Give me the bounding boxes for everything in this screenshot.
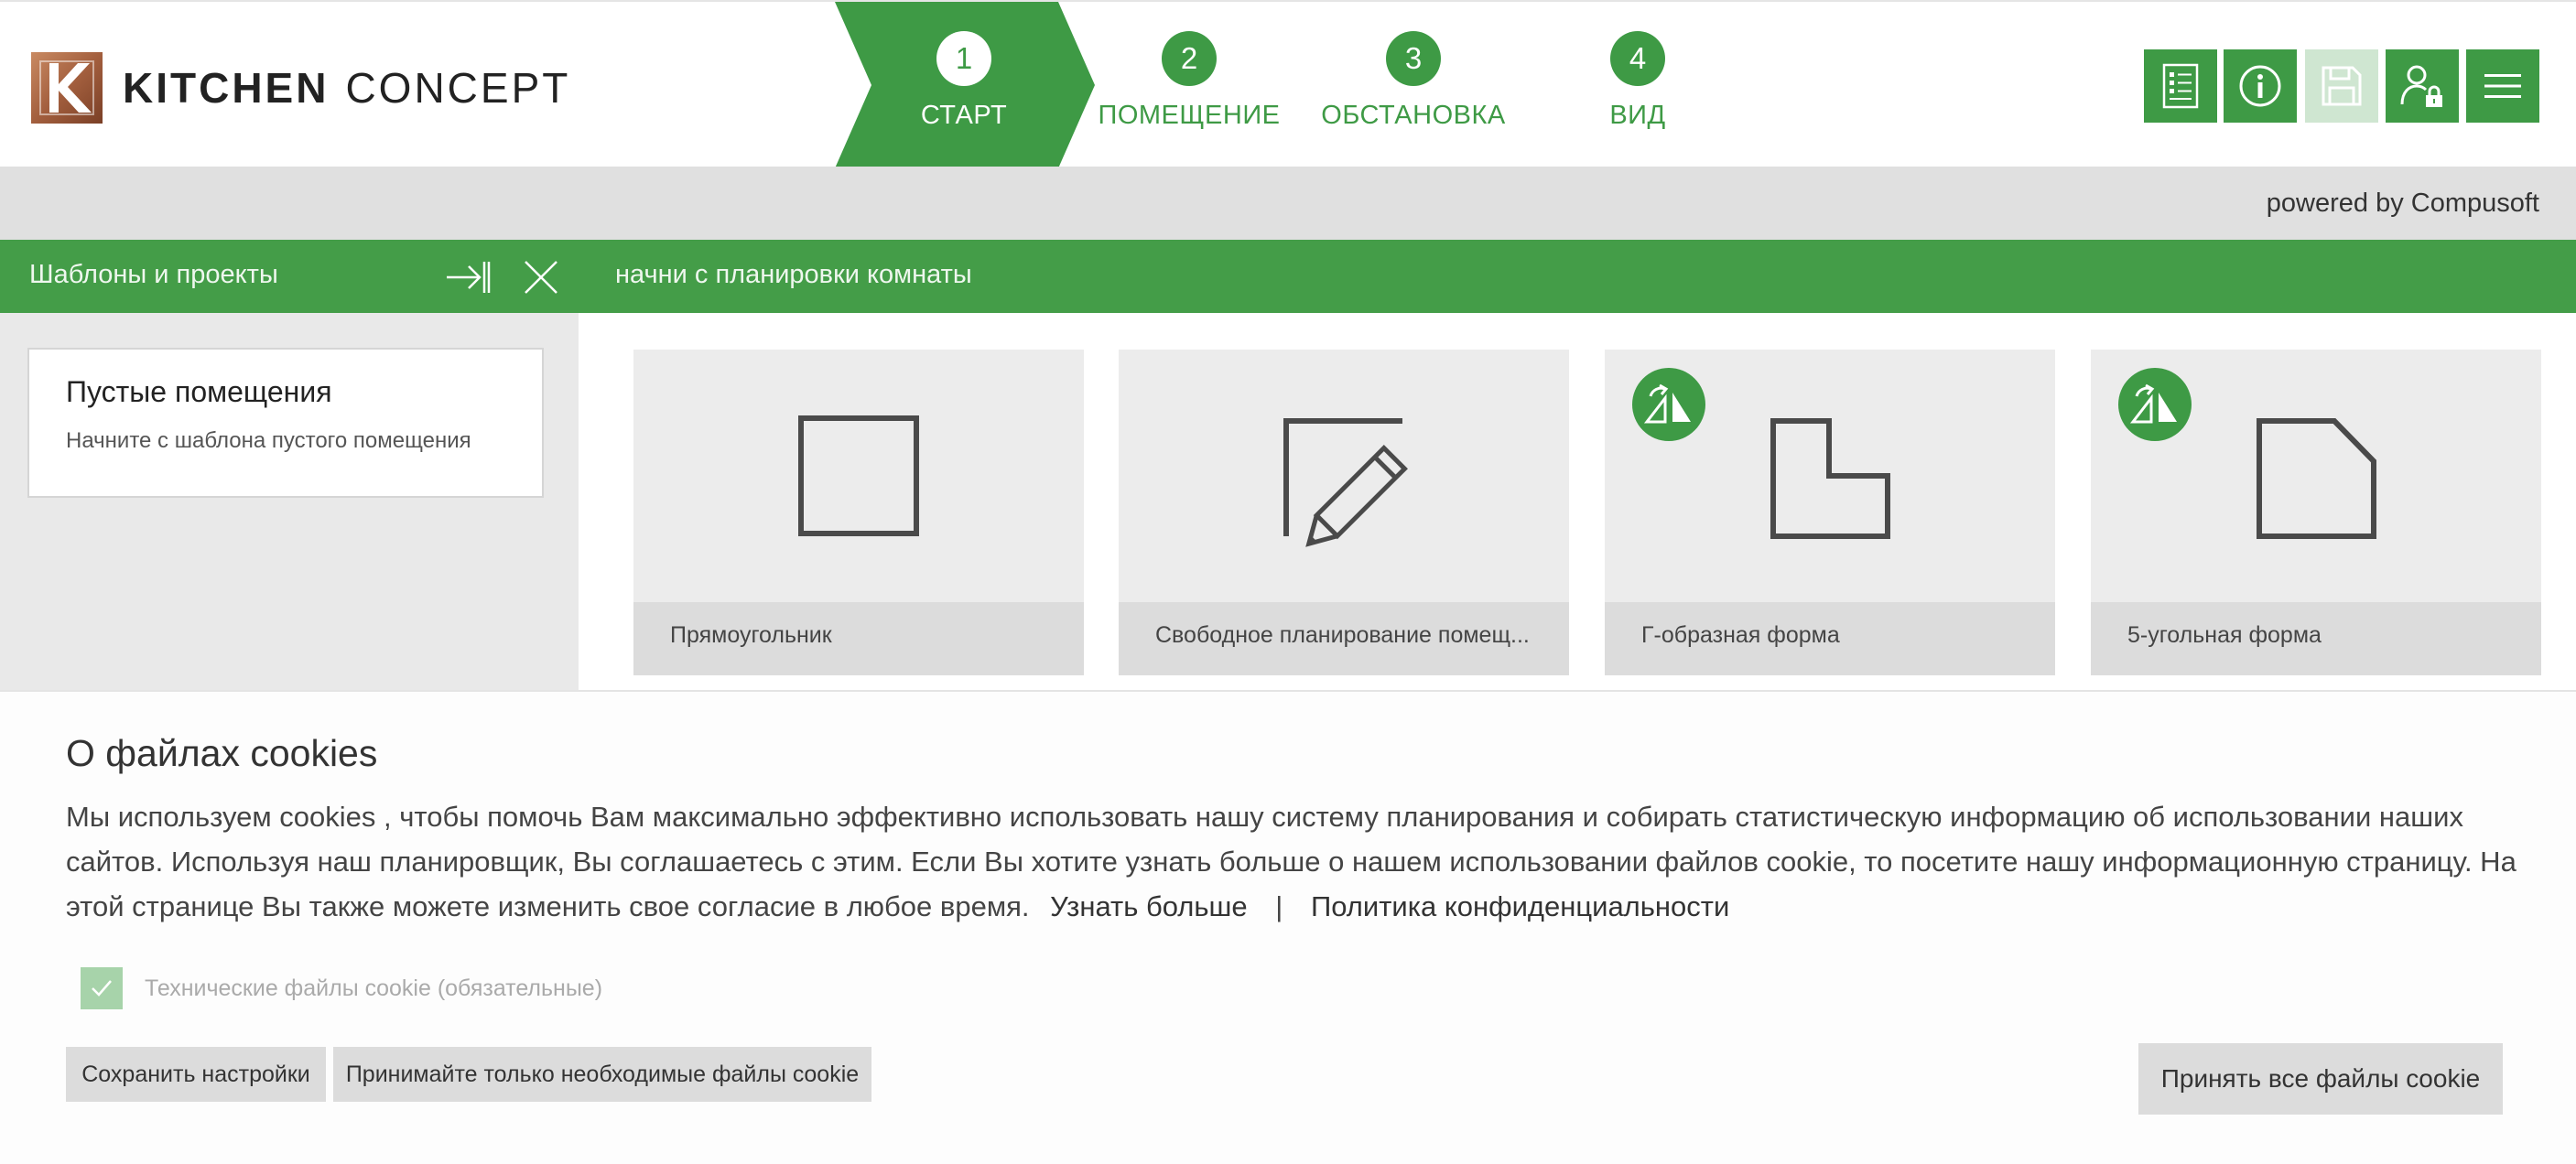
link-separator: | bbox=[1275, 890, 1283, 922]
technical-cookie-checkbox[interactable] bbox=[81, 967, 123, 1009]
cookie-title: О файлах cookies bbox=[66, 732, 378, 774]
step-label: ОБСТАНОВКА bbox=[1321, 101, 1506, 130]
tile-freeform[interactable]: Свободное планирование помещ... bbox=[1119, 350, 1569, 675]
main-menu-button[interactable] bbox=[2466, 49, 2539, 123]
collapse-panel-button[interactable] bbox=[445, 256, 492, 298]
tile-pentagon[interactable]: 5-угольная форма bbox=[2091, 350, 2541, 675]
powered-by-text: powered by Compusoft bbox=[2266, 189, 2539, 218]
save-floppy-icon bbox=[2322, 66, 2362, 106]
hamburger-menu-icon bbox=[2484, 74, 2521, 98]
step-label: ВИД bbox=[1609, 101, 1666, 130]
room-template-grid: Прямоугольник Свободное планирование пом… bbox=[579, 313, 2576, 690]
tile-label: Г-образная форма bbox=[1641, 622, 1840, 648]
tile-label: 5-угольная форма bbox=[2127, 622, 2322, 648]
l-shape-room-icon bbox=[1770, 418, 1890, 539]
tile-label: Прямоугольник bbox=[670, 622, 832, 648]
technical-cookie-label: Технические файлы cookie (обязательные) bbox=[145, 975, 603, 1001]
step-number-badge: 4 bbox=[1610, 31, 1665, 86]
step-number-badge: 2 bbox=[1162, 31, 1217, 86]
save-button[interactable] bbox=[2305, 49, 2378, 123]
collapse-arrow-icon bbox=[447, 262, 491, 293]
tile-label-bar: 5-угольная форма bbox=[2091, 602, 2541, 675]
info-icon bbox=[2239, 65, 2281, 107]
room-planning-title: начни с планировки комнаты bbox=[615, 260, 972, 289]
accept-necessary-button[interactable]: Принимайте только необходимые файлы cook… bbox=[333, 1047, 871, 1102]
powered-by-bar: powered by Compusoft bbox=[0, 167, 2576, 240]
step-navigation: 1 СТАРТ 2 ПОМЕЩЕНИЕ 3 ОБСТАНОВКА 4 ВИД bbox=[835, 2, 1750, 168]
user-lock-icon bbox=[2400, 65, 2442, 107]
save-settings-button[interactable]: Сохранить настройки bbox=[66, 1047, 326, 1102]
app-header: KITCHEN CONCEPT 1 СТАРТ 2 ПОМЕЩЕНИЕ 3 ОБ… bbox=[0, 0, 2576, 168]
tile-l-shape[interactable]: Г-образная форма bbox=[1605, 350, 2055, 675]
checkmark-icon bbox=[92, 980, 112, 997]
learn-more-link[interactable]: Узнать больше bbox=[1050, 890, 1247, 922]
tile-label-bar: Прямоугольник bbox=[633, 602, 1084, 675]
cookie-description: Мы используем cookies , чтобы помочь Вам… bbox=[66, 794, 2519, 929]
step-furnishing[interactable]: 3 ОБСТАНОВКА bbox=[1321, 2, 1506, 168]
document-list-button[interactable] bbox=[2144, 49, 2217, 123]
accept-all-cookies-button[interactable]: Принять все файлы cookie bbox=[2138, 1043, 2503, 1115]
logo-word-kitchen: KITCHEN bbox=[123, 64, 330, 112]
kitchen-concept-logo[interactable]: KITCHEN CONCEPT bbox=[31, 51, 570, 124]
rectangle-room-icon bbox=[798, 415, 919, 536]
logo-k-icon bbox=[31, 52, 103, 124]
tile-label-bar: Г-образная форма bbox=[1605, 602, 2055, 675]
step-room[interactable]: 2 ПОМЕЩЕНИЕ bbox=[1098, 2, 1281, 168]
list-document-icon bbox=[2162, 63, 2199, 109]
info-button[interactable] bbox=[2224, 49, 2297, 123]
step-view[interactable]: 4 ВИД bbox=[1546, 2, 1729, 168]
user-login-button[interactable] bbox=[2386, 49, 2459, 123]
step-number-badge: 3 bbox=[1386, 31, 1441, 86]
freeform-pencil-icon bbox=[1283, 418, 1408, 547]
logo-word-concept: CONCEPT bbox=[345, 64, 571, 112]
step-label: ПОМЕЩЕНИЕ bbox=[1098, 101, 1281, 130]
step-start[interactable]: 1 СТАРТ bbox=[872, 2, 1055, 168]
pentagon-room-icon bbox=[2257, 418, 2376, 539]
templates-panel-title: Шаблоны и проекты bbox=[29, 260, 278, 289]
empty-rooms-title: Пустые помещения bbox=[66, 375, 332, 408]
section-title-bar: Шаблоны и проекты начни с планировки ком… bbox=[0, 240, 2576, 313]
empty-rooms-card[interactable]: Пустые помещения Начните с шаблона пусто… bbox=[27, 348, 544, 498]
technical-cookie-row: Технические файлы cookie (обязательные) bbox=[81, 966, 602, 1010]
privacy-policy-link[interactable]: Политика конфиденциальности bbox=[1311, 890, 1729, 922]
step-number-badge: 1 bbox=[936, 31, 991, 86]
templates-sidebar: Пустые помещения Начните с шаблона пусто… bbox=[0, 313, 579, 690]
step-label: СТАРТ bbox=[920, 101, 1008, 130]
close-panel-button[interactable] bbox=[520, 256, 562, 298]
tile-label: Свободное планирование помещ... bbox=[1155, 622, 1530, 648]
empty-rooms-description: Начните с шаблона пустого помещения bbox=[66, 428, 471, 453]
tile-rectangle[interactable]: Прямоугольник bbox=[633, 350, 1084, 675]
tile-label-bar: Свободное планирование помещ... bbox=[1119, 602, 1569, 675]
cookie-consent-panel: О файлах cookies Мы используем cookies ,… bbox=[0, 690, 2576, 1164]
close-icon bbox=[525, 261, 557, 294]
